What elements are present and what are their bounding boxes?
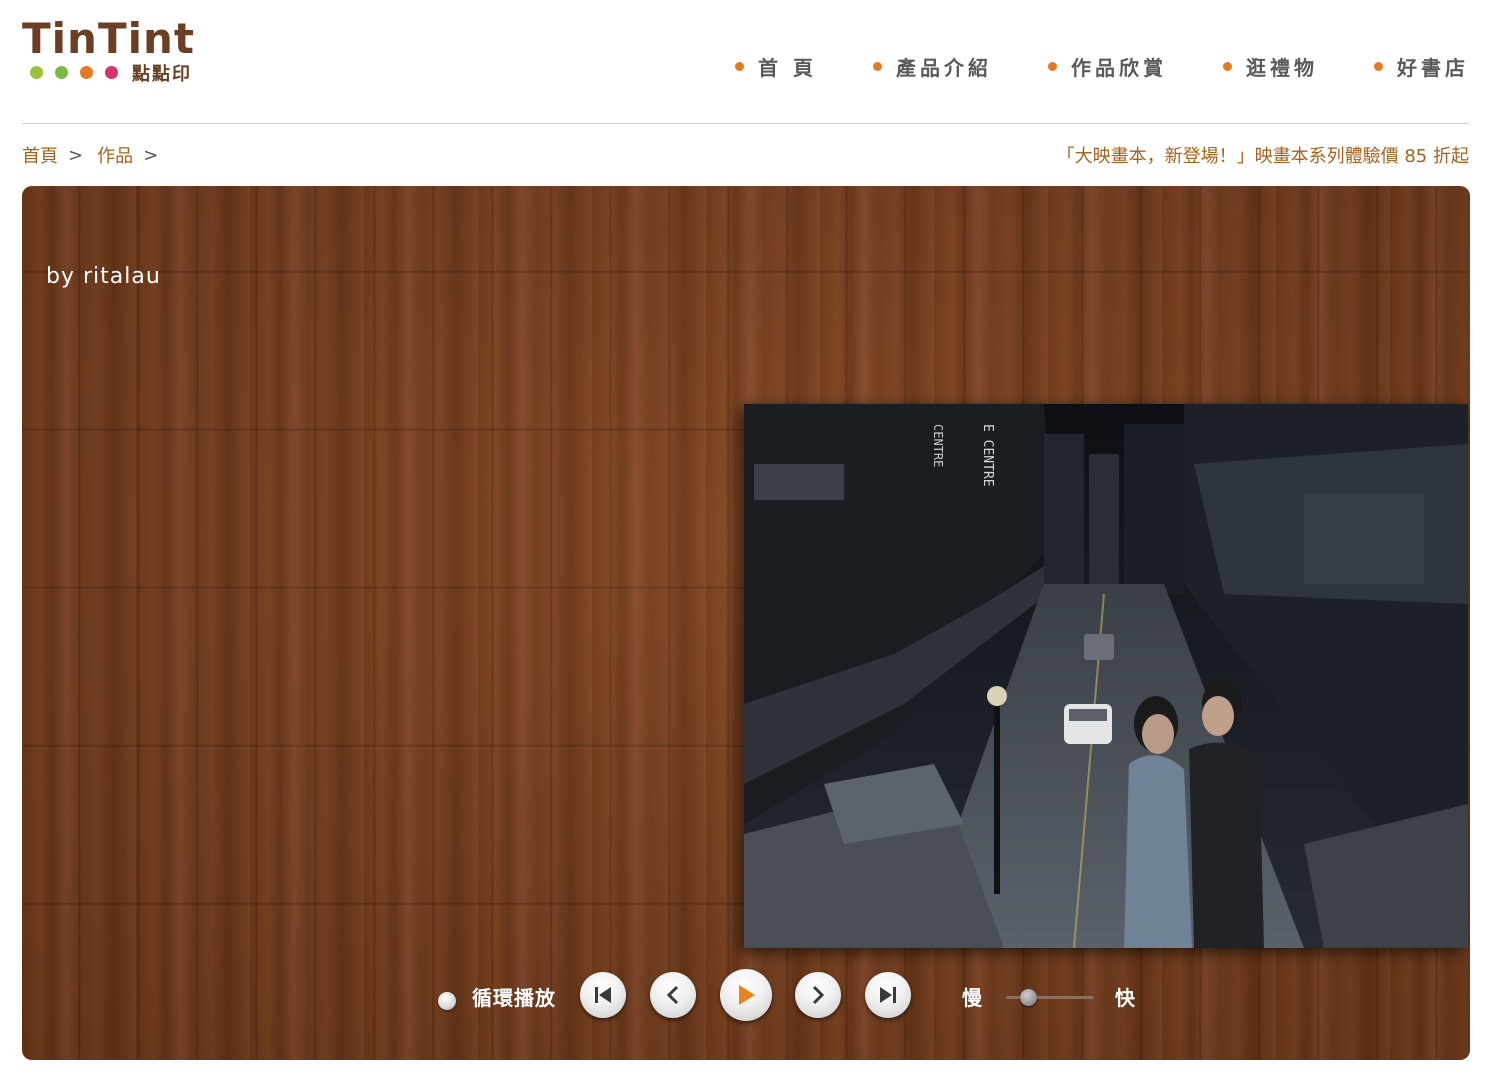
nav-item-label: 首 頁 — [758, 56, 817, 80]
skip-to-first-icon — [595, 987, 611, 1003]
book-viewer: by ritalau CENTRE E CENTRE 循環播放 慢 快 — [22, 186, 1470, 1060]
promo-link[interactable]: 「大映畫本，新登場！」映畫本系列體驗價 85 折起 — [1057, 142, 1469, 168]
nav-item-gifts[interactable]: 逛禮物 — [1223, 52, 1318, 81]
play-button[interactable] — [720, 969, 772, 1021]
breadcrumb-separator: > — [68, 144, 84, 166]
loop-playback-label: 循環播放 — [472, 986, 556, 1010]
speed-slider-handle[interactable] — [1020, 989, 1038, 1006]
nav-item-label: 好書店 — [1397, 56, 1469, 80]
loop-playback-radio[interactable] — [438, 992, 456, 1010]
bullet-icon — [1223, 62, 1232, 71]
nav-item-label: 產品介紹 — [896, 56, 992, 80]
next-page-button[interactable] — [795, 972, 841, 1018]
breadcrumb-works[interactable]: 作品 — [97, 142, 133, 168]
brand-wordmark: TinTint — [22, 14, 195, 63]
next-icon — [812, 985, 825, 1005]
previous-icon — [666, 985, 679, 1005]
speed-slow-label: 慢 — [962, 986, 982, 1010]
nav-item-bookstore[interactable]: 好書店 — [1374, 52, 1469, 81]
nav-item-label: 逛禮物 — [1246, 56, 1318, 80]
previous-page-button[interactable] — [650, 972, 696, 1018]
author-byline: by ritalau — [46, 264, 161, 289]
breadcrumb: 首頁 > 作品 > — [22, 142, 172, 168]
speed-slider[interactable] — [1006, 989, 1094, 1006]
last-page-button[interactable] — [865, 972, 911, 1018]
nav-item-home[interactable]: 首 頁 — [735, 52, 817, 81]
header-divider — [22, 123, 1469, 124]
main-nav: 首 頁 產品介紹 作品欣賞 逛禮物 好書店 — [735, 52, 1469, 81]
playback-controls: 循環播放 慢 快 — [22, 969, 1470, 1032]
brand-logo[interactable]: TinTint 點點印 — [22, 16, 222, 86]
nav-item-label: 作品欣賞 — [1071, 56, 1167, 80]
night-street-photo: CENTRE E CENTRE — [744, 404, 1468, 948]
bullet-icon — [1374, 62, 1383, 71]
breadcrumb-home[interactable]: 首頁 — [22, 142, 58, 168]
bullet-icon — [873, 62, 882, 71]
svg-text:E CENTRE: E CENTRE — [980, 424, 995, 487]
brand-dot — [105, 66, 118, 79]
bullet-icon — [1048, 62, 1057, 71]
brand-dot — [55, 66, 68, 79]
brand-dots — [30, 66, 118, 79]
speed-fast-label: 快 — [1115, 986, 1135, 1010]
first-page-button[interactable] — [580, 972, 626, 1018]
brand-dot — [30, 66, 43, 79]
nav-item-products[interactable]: 產品介紹 — [873, 52, 992, 81]
skip-to-last-icon — [880, 987, 896, 1003]
nav-item-gallery[interactable]: 作品欣賞 — [1048, 52, 1167, 81]
brand-dot — [80, 66, 93, 79]
book-page-photo[interactable]: CENTRE E CENTRE — [744, 404, 1468, 948]
brand-subtitle: 點點印 — [132, 64, 192, 85]
svg-text:CENTRE: CENTRE — [931, 424, 945, 467]
play-icon — [739, 985, 755, 1005]
breadcrumb-separator: > — [143, 144, 159, 166]
bullet-icon — [735, 62, 745, 71]
